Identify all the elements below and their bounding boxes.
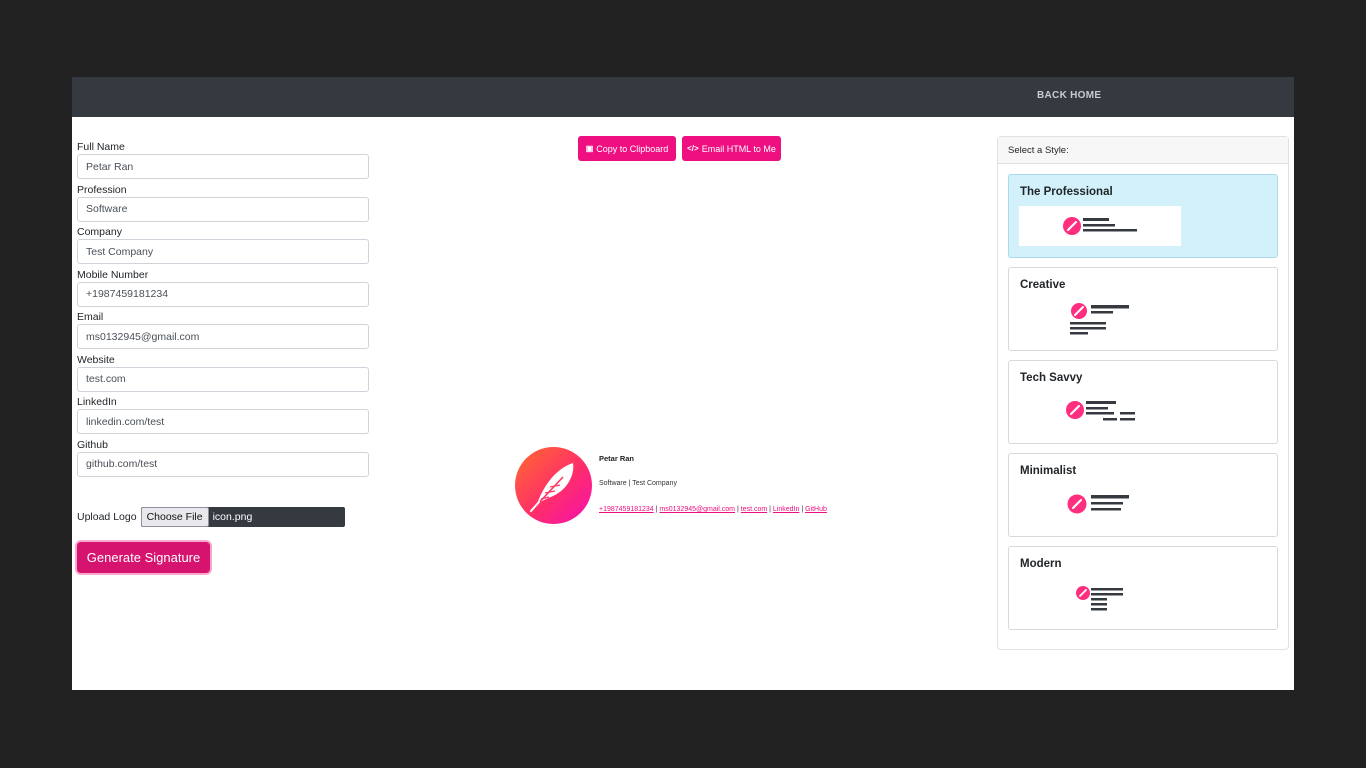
website-link[interactable]: test.com (741, 506, 767, 513)
signature-form: Full Name Profession Company Mobile Numb… (77, 140, 369, 480)
full-name-input[interactable] (77, 154, 369, 179)
email-html-label: Email HTML to Me (701, 143, 776, 154)
github-input[interactable] (77, 451, 369, 477)
copy-to-clipboard-button[interactable]: ▣ Copy to Clipboard (578, 136, 676, 161)
style-card-title: Creative (1020, 279, 1066, 291)
style-card-title: The Professional (1020, 186, 1113, 198)
style-picker-header: Select a Style: (998, 137, 1288, 164)
linkedin-link[interactable]: LinkedIn (773, 506, 799, 513)
linkedin-input[interactable] (77, 409, 369, 434)
tech-savvy-thumbnail (1065, 399, 1137, 430)
style-card-title: Minimalist (1020, 465, 1077, 477)
mobile-input[interactable] (77, 281, 369, 307)
signature-subtitle: Software | Test Company (599, 480, 677, 487)
upload-logo-label: Upload Logo (77, 511, 137, 523)
mobile-label: Mobile Number (77, 268, 149, 281)
modern-thumbnail (1075, 585, 1127, 620)
clipboard-icon: ▣ (585, 144, 594, 153)
style-card-modern[interactable]: Modern (1008, 546, 1278, 630)
company-field: Company (77, 225, 369, 268)
style-card-tech-savvy[interactable]: Tech Savvy (1008, 360, 1278, 444)
mobile-field: Mobile Number (77, 268, 369, 311)
signature-logo (515, 447, 592, 524)
email-label: Email (77, 311, 104, 323)
phone-link[interactable]: +1987459181234 (599, 506, 654, 513)
email-link[interactable]: ms0132945@gmail.com (659, 506, 735, 513)
email-field: Email (77, 310, 369, 353)
creative-thumbnail (1069, 302, 1133, 341)
file-name: icon.png (212, 511, 253, 523)
linkedin-label: LinkedIn (77, 396, 117, 408)
github-label: Github (77, 438, 108, 451)
code-icon: </> (687, 144, 699, 153)
minimalist-thumbnail (1067, 492, 1135, 521)
style-card-title: Tech Savvy (1020, 372, 1083, 384)
full-name-label: Full Name (77, 141, 125, 153)
github-link[interactable]: GitHub (805, 506, 827, 513)
profession-field: Profession (77, 183, 369, 226)
full-name-field: Full Name (77, 140, 369, 183)
style-card-professional[interactable]: The Professional (1008, 174, 1278, 258)
style-card-minimalist[interactable]: Minimalist (1008, 453, 1278, 537)
back-home-link[interactable]: BACK HOME (1037, 90, 1101, 101)
profession-label: Profession (77, 183, 127, 196)
profession-input[interactable] (77, 196, 369, 222)
file-input[interactable]: Choose File icon.png (140, 507, 345, 527)
website-label: Website (77, 353, 115, 366)
copy-label: Copy to Clipboard (596, 143, 669, 154)
website-input[interactable] (77, 366, 369, 392)
generate-signature-button[interactable]: Generate Signature (77, 542, 210, 573)
choose-file-button[interactable]: Choose File (140, 507, 209, 527)
website-field: Website (77, 353, 369, 396)
email-input[interactable] (77, 324, 369, 349)
github-field: Github (77, 438, 369, 481)
linkedin-field: LinkedIn (77, 395, 369, 438)
navbar: BACK HOME (72, 77, 1294, 117)
style-picker: Select a Style: The Professional Creativ… (997, 136, 1289, 650)
email-html-button[interactable]: </> Email HTML to Me (682, 136, 781, 161)
style-card-creative[interactable]: Creative (1008, 267, 1278, 351)
style-card-title: Modern (1020, 558, 1062, 570)
signature-links: +1987459181234 | ms0132945@gmail.com | t… (599, 506, 827, 513)
app-window: BACK HOME Full Name Profession Company M… (72, 77, 1294, 690)
company-input[interactable] (77, 239, 369, 264)
upload-logo-row: Upload Logo Choose File icon.png (77, 507, 345, 527)
company-label: Company (77, 226, 122, 238)
professional-thumbnail (1019, 206, 1181, 251)
signature-name: Petar Ran (599, 454, 635, 463)
